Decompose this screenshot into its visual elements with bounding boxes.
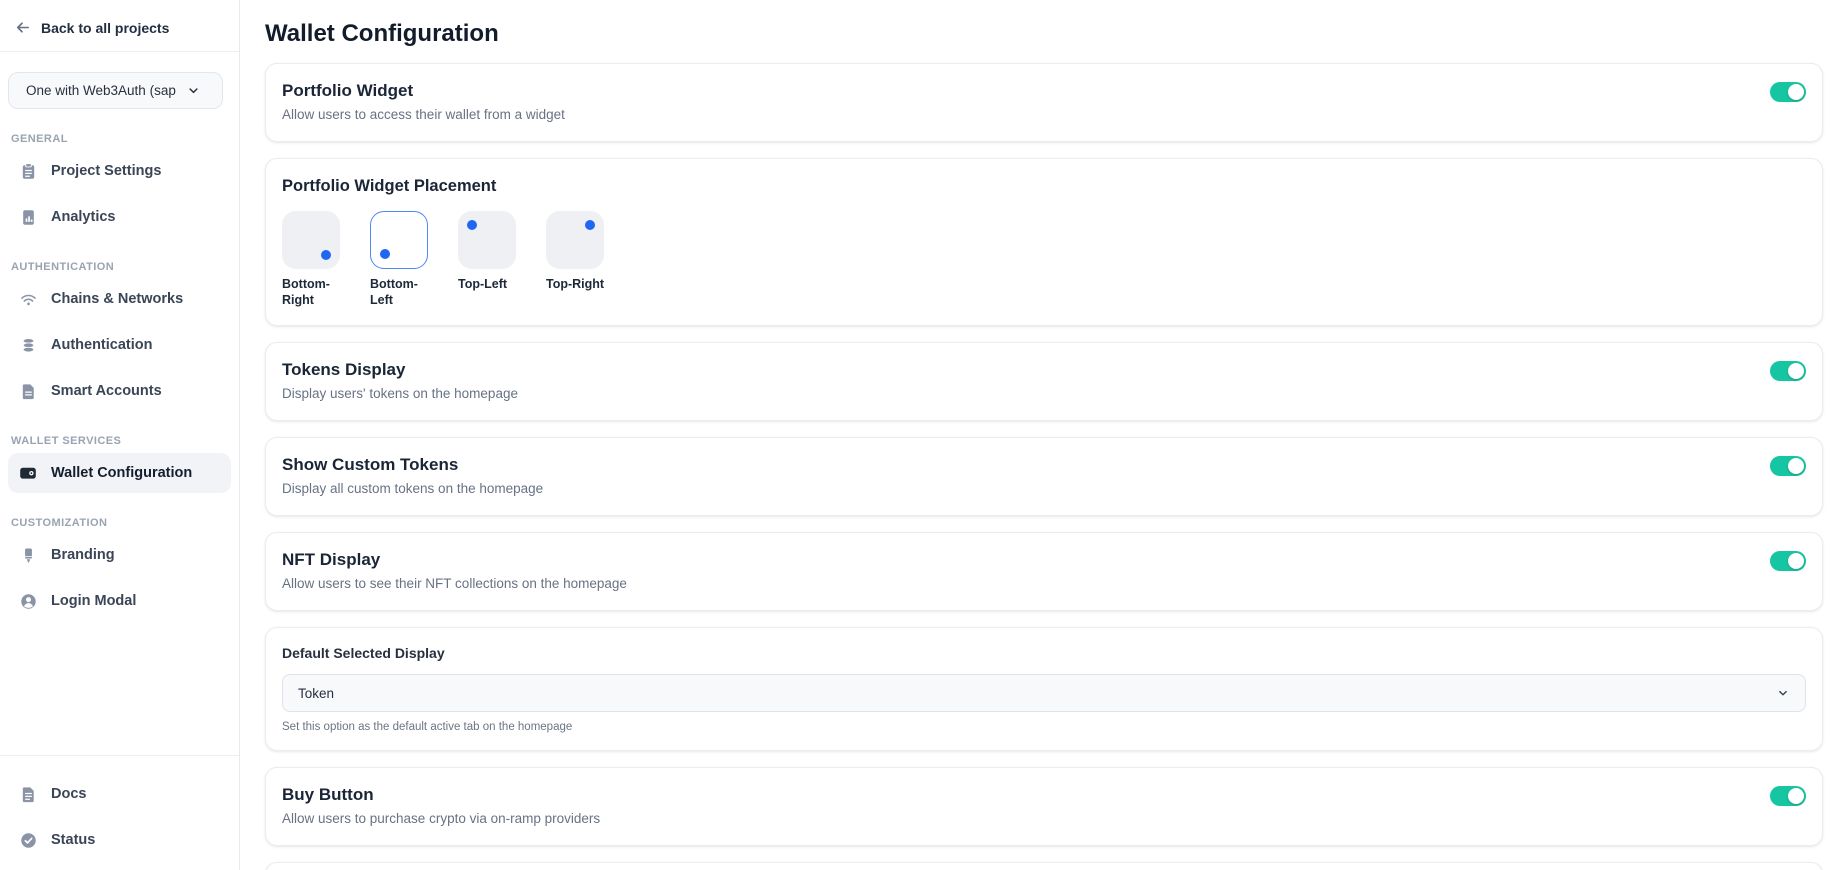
sidebar-item-label: Project Settings — [51, 163, 161, 179]
card-title: Show Custom Tokens — [282, 453, 543, 477]
buy-button-card: Buy Button Allow users to purchase crypt… — [265, 767, 1823, 846]
toggle-knob — [1788, 363, 1804, 379]
chevron-down-icon — [186, 83, 201, 98]
placement-option-bottom-right[interactable]: Bottom-Right — [282, 211, 346, 308]
sidebar-item-smart-accounts[interactable]: Smart Accounts — [8, 371, 231, 411]
placement-dot-icon — [585, 220, 595, 230]
check-circle-icon — [18, 830, 38, 850]
sidebar: Back to all projects One with Web3Auth (… — [0, 0, 240, 870]
main-content: Wallet Configuration Portfolio Widget Al… — [240, 0, 1840, 870]
wifi-icon — [18, 289, 38, 309]
nft-display-card: NFT Display Allow users to see their NFT… — [265, 532, 1823, 611]
back-label: Back to all projects — [41, 20, 169, 36]
placement-tile — [282, 211, 340, 269]
card-description: Allow users to purchase crypto via on-ra… — [282, 810, 600, 828]
sidebar-item-analytics[interactable]: Analytics — [8, 197, 231, 237]
sidebar-item-label: Docs — [51, 786, 86, 802]
placement-label: Bottom-Right — [282, 276, 346, 308]
sidebar-item-label: Authentication — [51, 337, 153, 353]
card-description: Allow users to see their NFT collections… — [282, 575, 627, 593]
buy-button-toggle[interactable] — [1770, 786, 1806, 806]
sidebar-item-login-modal[interactable]: Login Modal — [8, 581, 231, 621]
card-description: Allow users to access their wallet from … — [282, 106, 565, 124]
tokens-display-toggle[interactable] — [1770, 361, 1806, 381]
card-title: Tokens Display — [282, 358, 518, 382]
tokens-display-card: Tokens Display Display users' tokens on … — [265, 342, 1823, 421]
portfolio-widget-toggle[interactable] — [1770, 82, 1806, 102]
sidebar-item-label: Status — [51, 832, 95, 848]
portfolio-widget-card: Portfolio Widget Allow users to access t… — [265, 63, 1823, 142]
analytics-doc-icon — [18, 207, 38, 227]
card-description: Display all custom tokens on the homepag… — [282, 480, 543, 498]
show-custom-tokens-toggle[interactable] — [1770, 456, 1806, 476]
toggle-knob — [1788, 458, 1804, 474]
sidebar-item-chains-networks[interactable]: Chains & Networks — [8, 279, 231, 319]
project-selector[interactable]: One with Web3Auth (sap — [8, 72, 223, 109]
sidebar-item-label: Smart Accounts — [51, 383, 162, 399]
sidebar-item-project-settings[interactable]: Project Settings — [8, 151, 231, 191]
toggle-knob — [1788, 84, 1804, 100]
page-title: Wallet Configuration — [265, 20, 1823, 48]
section-label-wallet-services: WALLET SERVICES — [11, 435, 227, 447]
section-label-general: GENERAL — [11, 133, 227, 145]
card-title: Portfolio Widget Placement — [282, 174, 1806, 198]
section-label-authentication: AUTHENTICATION — [11, 261, 227, 273]
placement-tile — [546, 211, 604, 269]
sidebar-item-label: Chains & Networks — [51, 291, 183, 307]
sidebar-item-label: Login Modal — [51, 593, 136, 609]
project-selector-value: One with Web3Auth (sap — [26, 83, 186, 98]
card-title: Portfolio Widget — [282, 79, 565, 103]
back-to-projects-link[interactable]: Back to all projects — [0, 0, 239, 51]
field-helper: Set this option as the default active ta… — [282, 721, 1806, 733]
card-title: NFT Display — [282, 548, 627, 572]
default-display-select[interactable]: Token — [282, 674, 1806, 712]
placement-option-top-right[interactable]: Top-Right — [546, 211, 610, 308]
document-icon — [18, 784, 38, 804]
paintbrush-icon — [18, 545, 38, 565]
sidebar-item-label: Branding — [51, 547, 115, 563]
back-arrow-icon — [14, 19, 31, 36]
sidebar-item-status[interactable]: Status — [8, 820, 231, 860]
sidebar-divider — [0, 51, 239, 52]
placement-dot-icon — [380, 249, 390, 259]
placement-dot-icon — [321, 250, 331, 260]
placement-option-top-left[interactable]: Top-Left — [458, 211, 522, 308]
partial-next-card — [265, 862, 1823, 870]
nft-display-toggle[interactable] — [1770, 551, 1806, 571]
placement-tile-selected — [370, 211, 428, 269]
placement-label: Top-Right — [546, 276, 610, 292]
sidebar-item-wallet-configuration[interactable]: Wallet Configuration — [8, 453, 231, 493]
placement-label: Top-Left — [458, 276, 522, 292]
database-icon — [18, 335, 38, 355]
sidebar-nav: GENERAL Project Settings Analytics AUTHE… — [0, 109, 239, 621]
select-value: Token — [298, 686, 334, 701]
sidebar-item-branding[interactable]: Branding — [8, 535, 231, 575]
wallet-icon — [18, 463, 38, 483]
sidebar-item-label: Wallet Configuration — [51, 465, 192, 481]
placement-label: Bottom-Left — [370, 276, 434, 308]
sidebar-item-authentication[interactable]: Authentication — [8, 325, 231, 365]
placement-dot-icon — [467, 220, 477, 230]
toggle-knob — [1788, 788, 1804, 804]
placement-options: Bottom-Right Bottom-Left Top-Left Top-Ri… — [282, 211, 1806, 308]
chevron-down-icon — [1776, 686, 1790, 700]
sidebar-footer: Docs Status — [0, 755, 239, 870]
sidebar-item-docs[interactable]: Docs — [8, 774, 231, 814]
placement-card: Portfolio Widget Placement Bottom-Right … — [265, 158, 1823, 326]
toggle-knob — [1788, 553, 1804, 569]
file-icon — [18, 381, 38, 401]
sidebar-item-label: Analytics — [51, 209, 115, 225]
placement-option-bottom-left[interactable]: Bottom-Left — [370, 211, 434, 308]
card-description: Display users' tokens on the homepage — [282, 385, 518, 403]
app-window: Back to all projects One with Web3Auth (… — [0, 0, 1840, 870]
field-label: Default Selected Display — [282, 643, 1806, 663]
card-title: Buy Button — [282, 783, 600, 807]
clipboard-icon — [18, 161, 38, 181]
show-custom-tokens-card: Show Custom Tokens Display all custom to… — [265, 437, 1823, 516]
user-circle-icon — [18, 591, 38, 611]
section-label-customization: CUSTOMIZATION — [11, 517, 227, 529]
placement-tile — [458, 211, 516, 269]
default-selected-display-card: Default Selected Display Token Set this … — [265, 627, 1823, 751]
